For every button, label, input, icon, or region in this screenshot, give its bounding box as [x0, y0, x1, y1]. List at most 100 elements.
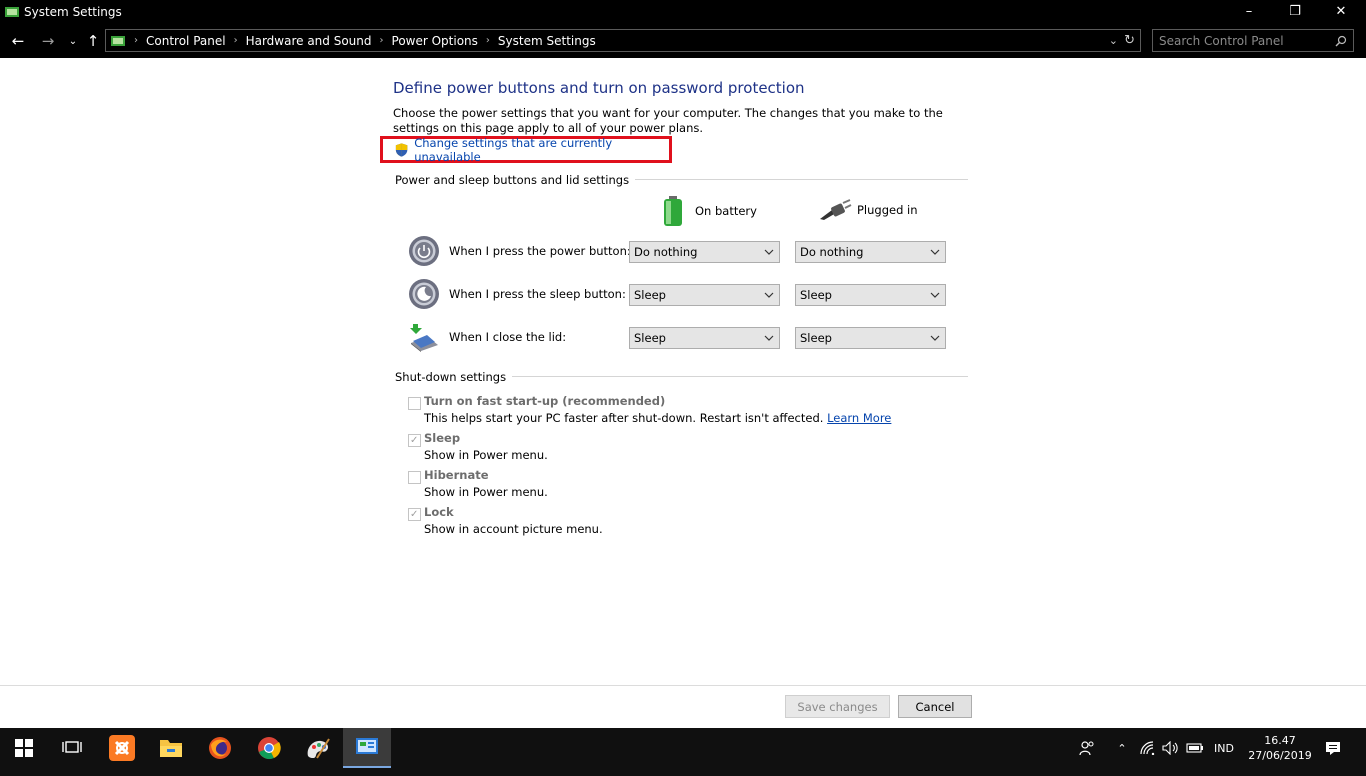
power-button-battery-dropdown[interactable]: Do nothing — [629, 241, 780, 263]
file-explorer-icon[interactable] — [147, 728, 195, 768]
content-area: Define power buttons and turn on passwor… — [0, 58, 1366, 684]
on-battery-header: On battery — [662, 195, 757, 227]
firefox-icon[interactable] — [196, 728, 244, 768]
people-icon[interactable] — [1074, 728, 1100, 768]
chevron-right-icon[interactable]: › — [234, 35, 238, 46]
footer-divider — [0, 685, 1366, 686]
clock-time: 16.47 — [1264, 734, 1296, 747]
address-bar: ← → ⌄ ↑ › Control Panel › Hardware and S… — [0, 23, 1366, 58]
start-icon[interactable] — [0, 728, 48, 768]
lid-row: When I close the lid: — [408, 321, 566, 353]
uac-shield-icon — [395, 142, 408, 157]
search-input[interactable] — [1159, 33, 1329, 48]
control-panel-icon — [356, 738, 378, 754]
clock-date: 27/06/2019 — [1248, 749, 1312, 762]
chevron-right-icon[interactable]: › — [486, 35, 490, 46]
battery-icon — [664, 196, 682, 226]
refresh-icon[interactable]: ↻ — [1124, 33, 1135, 48]
page-description: Choose the power settings that you want … — [393, 106, 943, 135]
language-indicator[interactable]: IND — [1208, 728, 1240, 768]
plugged-in-label: Plugged in — [857, 203, 918, 217]
breadcrumb-power-options[interactable]: Power Options — [392, 34, 478, 48]
close-button[interactable]: ✕ — [1318, 0, 1364, 23]
breadcrumb-system-settings[interactable]: System Settings — [498, 34, 596, 48]
lid-battery-dropdown[interactable]: Sleep — [629, 327, 780, 349]
laptop-lid-icon — [410, 324, 438, 352]
up-icon[interactable]: ↑ — [83, 31, 103, 51]
forward-icon[interactable]: → — [38, 31, 58, 51]
chevron-down-icon — [764, 249, 774, 255]
dropdown-value: Do nothing — [800, 245, 864, 259]
lock-checkbox[interactable]: ✓ — [408, 508, 421, 521]
sleep-title: Sleep — [424, 431, 461, 445]
sleep-option: ✓ Sleep Show in Power menu. — [408, 431, 548, 462]
plugged-in-header: Plugged in — [818, 199, 918, 221]
window-title: System Settings — [24, 4, 122, 19]
notifications-icon[interactable] — [1318, 728, 1348, 768]
chevron-down-icon — [930, 249, 940, 255]
cancel-button[interactable]: Cancel — [898, 695, 972, 718]
control-panel-taskbar-button[interactable] — [343, 728, 391, 768]
save-changes-button[interactable]: Save changes — [785, 695, 890, 718]
sleep-button-label: When I press the sleep button: — [449, 287, 626, 301]
restore-button[interactable]: ❐ — [1272, 0, 1318, 23]
chrome-icon[interactable] — [245, 728, 293, 768]
paint-icon[interactable] — [294, 728, 342, 768]
shutdown-section-label: Shut-down settings — [395, 370, 513, 384]
sleep-subtitle: Show in Power menu. — [424, 448, 548, 462]
chevron-right-icon[interactable]: › — [380, 35, 384, 46]
hibernate-title: Hibernate — [424, 468, 489, 482]
wifi-icon[interactable] — [1138, 728, 1158, 768]
address-box[interactable]: › Control Panel › Hardware and Sound › P… — [105, 29, 1141, 52]
checkmark-icon: ✓ — [410, 509, 419, 520]
lock-subtitle: Show in account picture menu. — [424, 522, 603, 536]
recent-locations-icon[interactable]: ⌄ — [63, 31, 83, 51]
change-settings-highlight: Change settings that are currently unava… — [380, 136, 672, 164]
breadcrumb-control-panel[interactable]: Control Panel — [146, 34, 226, 48]
power-button-icon — [409, 236, 439, 266]
sleep-checkbox[interactable]: ✓ — [408, 434, 421, 447]
dropdown-value: Sleep — [800, 288, 832, 302]
sleep-button-plugged-dropdown[interactable]: Sleep — [795, 284, 946, 306]
sleep-button-battery-dropdown[interactable]: Sleep — [629, 284, 780, 306]
taskbar: ⌃ IND 16.47 27/06/2019 — [0, 728, 1366, 776]
task-view-icon[interactable] — [48, 728, 96, 768]
checkmark-icon: ✓ — [410, 435, 419, 446]
clock[interactable]: 16.47 27/06/2019 — [1248, 728, 1312, 768]
lid-plugged-dropdown[interactable]: Sleep — [795, 327, 946, 349]
lock-option: ✓ Lock Show in account picture menu. — [408, 505, 603, 536]
breadcrumb-hardware-sound[interactable]: Hardware and Sound — [246, 34, 372, 48]
dropdown-value: Do nothing — [634, 245, 698, 259]
chevron-right-icon: › — [134, 35, 138, 46]
power-button-plugged-dropdown[interactable]: Do nothing — [795, 241, 946, 263]
chevron-up-icon[interactable]: ⌃ — [1112, 728, 1132, 768]
power-plug-icon — [820, 199, 852, 220]
power-button-row: When I press the power button: — [408, 235, 631, 267]
lid-label: When I close the lid: — [449, 330, 567, 344]
page-title: Define power buttons and turn on passwor… — [393, 79, 805, 97]
fast-startup-checkbox[interactable] — [408, 397, 421, 410]
sleep-button-row: When I press the sleep button: — [408, 278, 626, 310]
chevron-down-icon — [930, 292, 940, 298]
hibernate-option: Hibernate Show in Power menu. — [408, 468, 548, 499]
volume-icon[interactable] — [1160, 728, 1182, 768]
fast-startup-description: This helps start your PC faster after sh… — [424, 411, 824, 425]
fast-startup-subtitle: This helps start your PC faster after sh… — [424, 411, 891, 425]
fast-startup-option: Turn on fast start-up (recommended) This… — [408, 394, 891, 425]
minimize-button[interactable]: – — [1226, 0, 1272, 23]
fast-startup-title: Turn on fast start-up (recommended) — [424, 394, 666, 408]
hibernate-checkbox[interactable] — [408, 471, 421, 484]
dropdown-value: Sleep — [800, 331, 832, 345]
control-panel-icon — [111, 35, 125, 46]
chevron-down-icon[interactable]: ⌄ — [1109, 34, 1118, 47]
chevron-down-icon — [764, 335, 774, 341]
back-icon[interactable]: ← — [8, 31, 28, 51]
power-section-label: Power and sleep buttons and lid settings — [395, 173, 636, 187]
search-icon[interactable] — [1335, 35, 1347, 47]
control-panel-icon — [5, 6, 19, 17]
xampp-icon[interactable] — [98, 728, 146, 768]
change-settings-link[interactable]: Change settings that are currently unava… — [414, 136, 669, 164]
search-box — [1152, 29, 1354, 52]
learn-more-link[interactable]: Learn More — [827, 411, 891, 425]
battery-tray-icon[interactable] — [1184, 728, 1206, 768]
